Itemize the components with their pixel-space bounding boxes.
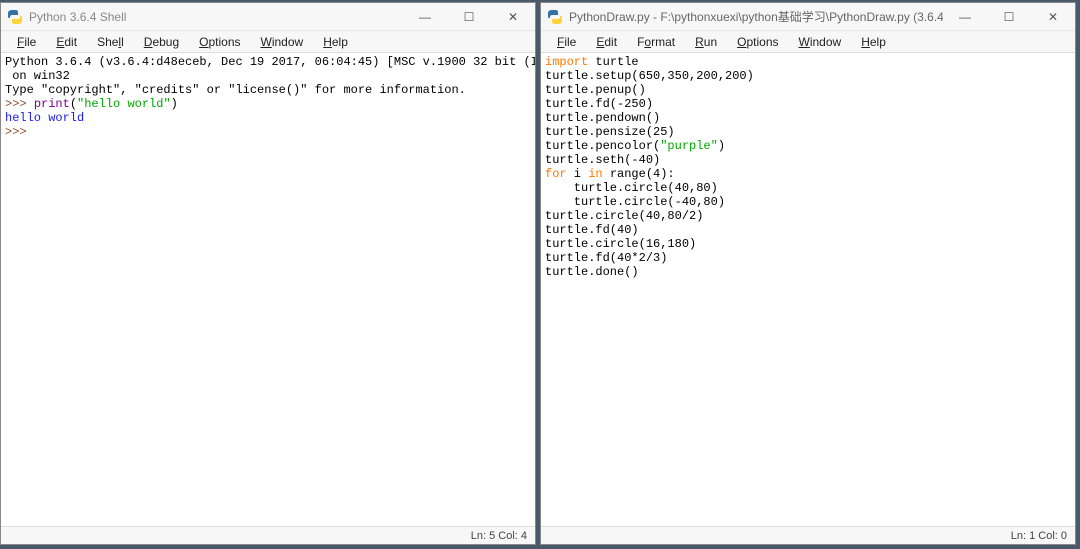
menu-options[interactable]: Options <box>191 33 248 51</box>
menu-edit[interactable]: Edit <box>48 33 85 51</box>
code-line: turtle.pensize(25) <box>545 125 675 139</box>
menu-window[interactable]: Window <box>791 33 850 51</box>
python-editor-window: PythonDraw.py - F:\pythonxuexi\python基础学… <box>540 2 1076 545</box>
menu-shell[interactable]: Shell <box>89 33 132 51</box>
python-icon <box>7 9 23 25</box>
code-line: turtle.fd(40) <box>545 223 639 237</box>
code-line: turtle.circle(40,80/2) <box>545 209 703 223</box>
code-line: turtle <box>588 55 638 69</box>
editor-content[interactable]: import turtle turtle.setup(650,350,200,2… <box>541 53 1075 526</box>
cursor-position: Ln: 5 Col: 4 <box>471 530 527 542</box>
close-button[interactable]: ✕ <box>1031 3 1075 30</box>
menubar: File Edit Format Run Options Window Help <box>541 31 1075 53</box>
menubar: File Edit Shell Debug Options Window Hel… <box>1 31 535 53</box>
code-line: turtle.circle(16,180) <box>545 237 696 251</box>
window-title: Python 3.6.4 Shell <box>29 10 403 24</box>
statusbar: Ln: 1 Col: 0 <box>541 526 1075 544</box>
menu-file[interactable]: File <box>9 33 44 51</box>
kw-in: in <box>588 167 602 181</box>
code-line: turtle.done() <box>545 265 639 279</box>
builtin-print: print <box>34 97 70 111</box>
menu-run[interactable]: Run <box>687 33 725 51</box>
minimize-button[interactable]: — <box>403 3 447 30</box>
paren-close: ) <box>171 97 178 111</box>
code-line: turtle.setup(650,350,200,200) <box>545 69 754 83</box>
code-line: turtle.fd(-250) <box>545 97 653 111</box>
cursor-position: Ln: 1 Col: 0 <box>1011 530 1067 542</box>
window-controls: — ☐ ✕ <box>943 3 1075 30</box>
window-title: PythonDraw.py - F:\pythonxuexi\python基础学… <box>569 8 943 25</box>
code-line: turtle.pendown() <box>545 111 660 125</box>
code-line: ) <box>718 139 725 153</box>
menu-edit[interactable]: Edit <box>588 33 625 51</box>
python-shell-window: Python 3.6.4 Shell — ☐ ✕ File Edit Shell… <box>0 2 536 545</box>
code-line: turtle.seth(-40) <box>545 153 660 167</box>
paren-open: ( <box>70 97 77 111</box>
minimize-button[interactable]: — <box>943 3 987 30</box>
string-arg: "hello world" <box>77 97 171 111</box>
titlebar[interactable]: PythonDraw.py - F:\pythonxuexi\python基础学… <box>541 3 1075 31</box>
code-line: turtle.penup() <box>545 83 646 97</box>
close-button[interactable]: ✕ <box>491 3 535 30</box>
menu-file[interactable]: File <box>549 33 584 51</box>
prompt: >>> <box>5 97 34 111</box>
menu-help[interactable]: Help <box>315 33 356 51</box>
shell-content[interactable]: Python 3.6.4 (v3.6.4:d48eceb, Dec 19 201… <box>1 53 535 526</box>
code-line: turtle.pencolor( <box>545 139 660 153</box>
code-line: turtle.circle(-40,80) <box>545 195 725 209</box>
output-line: hello world <box>5 111 84 125</box>
window-controls: — ☐ ✕ <box>403 3 535 30</box>
banner-line-1: Python 3.6.4 (v3.6.4:d48eceb, Dec 19 201… <box>5 55 535 69</box>
menu-options[interactable]: Options <box>729 33 786 51</box>
code-line: i <box>567 167 589 181</box>
menu-window[interactable]: Window <box>253 33 312 51</box>
menu-help[interactable]: Help <box>853 33 894 51</box>
code-line: range(4): <box>603 167 675 181</box>
code-line: turtle.fd(40*2/3) <box>545 251 667 265</box>
menu-debug[interactable]: Debug <box>136 33 187 51</box>
python-icon <box>547 9 563 25</box>
string-purple: "purple" <box>660 139 718 153</box>
code-line: turtle.circle(40,80) <box>545 181 718 195</box>
titlebar[interactable]: Python 3.6.4 Shell — ☐ ✕ <box>1 3 535 31</box>
maximize-button[interactable]: ☐ <box>987 3 1031 30</box>
banner-line-2: on win32 <box>5 69 70 83</box>
banner-line-3: Type "copyright", "credits" or "license(… <box>5 83 466 97</box>
statusbar: Ln: 5 Col: 4 <box>1 526 535 544</box>
kw-import: import <box>545 55 588 69</box>
menu-format[interactable]: Format <box>629 33 683 51</box>
maximize-button[interactable]: ☐ <box>447 3 491 30</box>
kw-for: for <box>545 167 567 181</box>
prompt-empty: >>> <box>5 125 34 139</box>
